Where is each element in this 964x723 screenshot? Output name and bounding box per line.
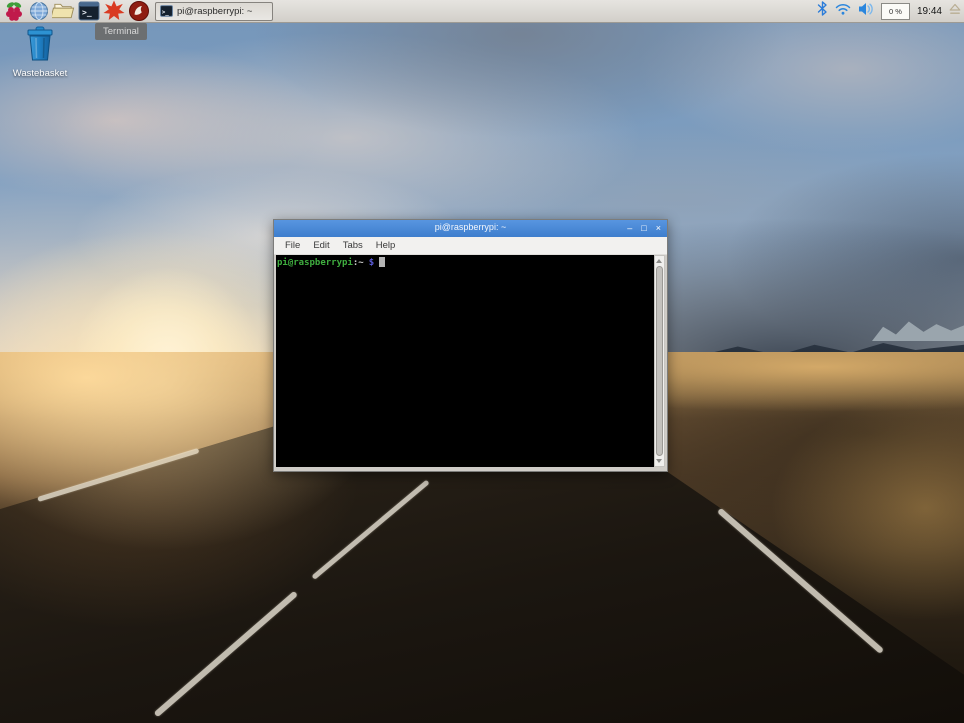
wifi-icon[interactable] xyxy=(835,2,851,20)
wolfram-icon[interactable] xyxy=(127,0,150,22)
menu-tabs[interactable]: Tabs xyxy=(338,240,368,251)
svg-text:>_: >_ xyxy=(162,10,170,16)
road-lane-marking xyxy=(311,480,429,580)
scrollbar-thumb[interactable] xyxy=(656,266,663,456)
terminal-titlebar[interactable]: pi@raspberrypi: ~ – □ × xyxy=(274,220,667,237)
terminal-scrollbar[interactable] xyxy=(654,255,665,467)
wallpaper-snow-mountains xyxy=(872,315,964,341)
menu-help[interactable]: Help xyxy=(371,240,401,251)
scrollbar-up-arrow[interactable] xyxy=(656,259,662,263)
prompt-dollar: $ xyxy=(369,258,374,268)
terminal-mini-icon: >_ xyxy=(160,5,173,17)
road-lane-marking xyxy=(717,508,884,654)
eject-icon[interactable] xyxy=(949,2,961,20)
terminal-window[interactable]: pi@raspberrypi: ~ – □ × File Edit Tabs H… xyxy=(273,219,668,472)
bluetooth-icon[interactable] xyxy=(817,1,828,21)
wastebasket-label: Wastebasket xyxy=(8,68,72,79)
volume-icon[interactable] xyxy=(858,2,874,21)
taskbar-window-button-label: pi@raspberrypi: ~ xyxy=(177,6,252,17)
file-manager-icon[interactable] xyxy=(52,0,75,22)
scrollbar-down-arrow[interactable] xyxy=(656,459,662,463)
road-lane-marking xyxy=(37,448,199,502)
menu-file[interactable]: File xyxy=(280,240,305,251)
maximize-button[interactable]: □ xyxy=(641,220,646,237)
prompt-user-host: pi@raspberrypi xyxy=(277,258,353,268)
cpu-monitor-label: 0 % xyxy=(889,7,902,16)
mathematica-icon[interactable] xyxy=(102,0,125,22)
desktop-screen: Wastebasket pi@raspberrypi: ~ – □ × File… xyxy=(0,0,964,723)
wastebasket-icon xyxy=(23,26,57,62)
terminal-body: pi@raspberrypi:~ $ xyxy=(274,255,667,471)
taskbar-window-button[interactable]: >_ pi@raspberrypi: ~ xyxy=(155,2,273,21)
prompt-path: :~ xyxy=(353,258,364,268)
web-browser-icon[interactable] xyxy=(27,0,50,22)
close-button[interactable]: × xyxy=(656,220,661,237)
terminal-launcher-icon[interactable]: >_ xyxy=(77,0,100,22)
minimize-button[interactable]: – xyxy=(627,220,632,237)
terminal-tooltip: Terminal xyxy=(95,23,147,40)
window-title: pi@raspberrypi: ~ xyxy=(274,222,667,232)
taskbar: >_ >_ pi@raspberrypi: ~ xyxy=(0,0,964,23)
menu-edit[interactable]: Edit xyxy=(308,240,334,251)
taskbar-clock[interactable]: 19:44 xyxy=(917,6,942,17)
svg-text:>_: >_ xyxy=(82,8,92,17)
wastebasket-desktop-icon[interactable]: Wastebasket xyxy=(8,26,72,79)
terminal-cursor xyxy=(379,257,385,267)
raspberry-menu-icon[interactable] xyxy=(2,0,25,22)
terminal-menubar: File Edit Tabs Help xyxy=(274,237,667,255)
terminal-screen[interactable]: pi@raspberrypi:~ $ xyxy=(276,255,654,467)
cpu-monitor[interactable]: 0 % xyxy=(881,3,910,20)
road-lane-marking xyxy=(154,591,298,718)
